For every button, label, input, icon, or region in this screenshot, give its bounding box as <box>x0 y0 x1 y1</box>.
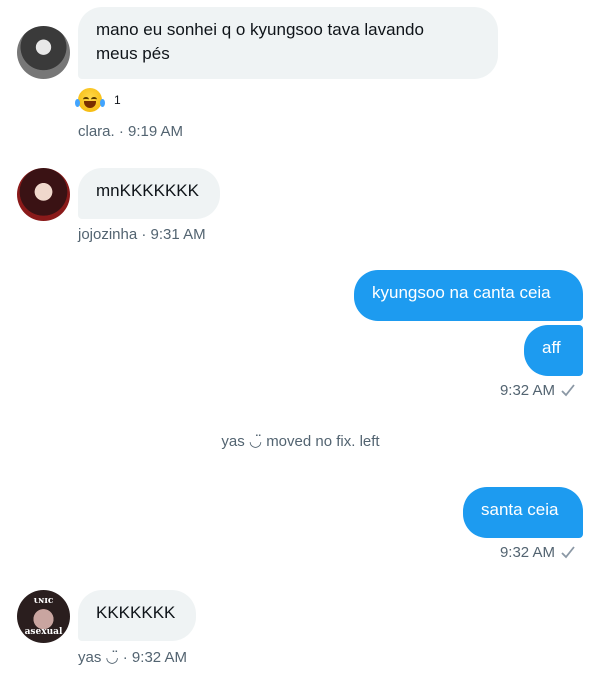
message-meta: 9:32 AM <box>500 382 575 399</box>
reaction[interactable]: 1 <box>75 86 121 114</box>
avatar-caption-top: ιɴɪc <box>33 596 54 606</box>
sent-check-icon <box>561 383 575 397</box>
message-time: 9:32 AM <box>499 382 555 399</box>
message-text: mano eu sonhei q o kyungsoo tava lavando… <box>96 20 424 63</box>
reaction-count: 1 <box>114 93 121 107</box>
message-text: KKKKKKK <box>96 603 176 622</box>
message-text: mnKKKKKKK <box>96 181 199 200</box>
message-bubble[interactable]: kyungsoo na canta ceia <box>354 270 583 321</box>
message-meta: clara. · 9:19 AM <box>78 123 184 140</box>
message-text: kyungsoo na canta ceia <box>372 283 551 302</box>
sent-check-icon <box>561 545 575 559</box>
message-text: santa ceia <box>481 500 559 519</box>
avatar[interactable]: ιɴɪc asexual <box>17 590 70 643</box>
message-bubble[interactable]: mano eu sonhei q o kyungsoo tava lavando… <box>78 7 498 79</box>
face-with-tears-of-joy-icon <box>75 88 105 112</box>
message-bubble[interactable]: santa ceia <box>463 487 583 538</box>
conversation-event: yas ◡̈ moved no fix. left <box>221 433 380 450</box>
message-meta: yas ◡̈ · 9:32 AM <box>78 649 187 666</box>
avatar[interactable] <box>17 26 70 79</box>
message-bubble[interactable]: mnKKKKKKK <box>78 168 220 219</box>
avatar[interactable] <box>17 168 70 221</box>
avatar-caption-bottom: asexual <box>24 627 63 637</box>
message-time: 9:32 AM <box>499 544 555 561</box>
message-meta: 9:32 AM <box>500 544 575 561</box>
message-bubble[interactable]: aff <box>524 325 583 376</box>
message-meta: jojozinha · 9:31 AM <box>78 226 206 243</box>
message-text: aff <box>542 338 561 357</box>
message-bubble[interactable]: KKKKKKK <box>78 590 196 641</box>
